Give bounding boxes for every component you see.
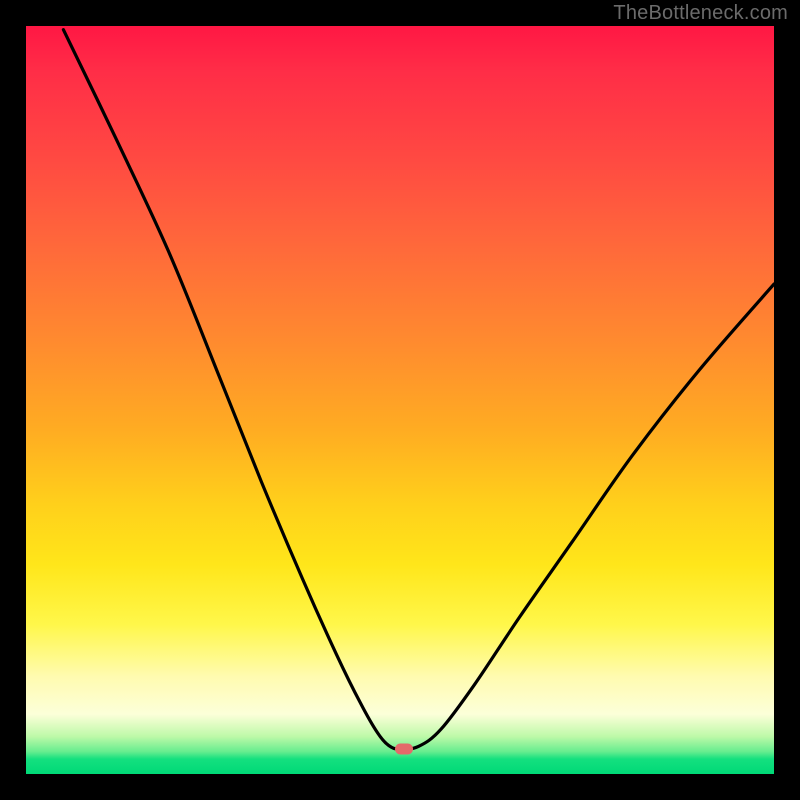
chart-frame: TheBottleneck.com (0, 0, 800, 800)
bottleneck-curve (63, 30, 774, 750)
watermark-text: TheBottleneck.com (613, 2, 788, 25)
curve-svg (26, 26, 774, 774)
optimal-point-marker (395, 744, 413, 755)
